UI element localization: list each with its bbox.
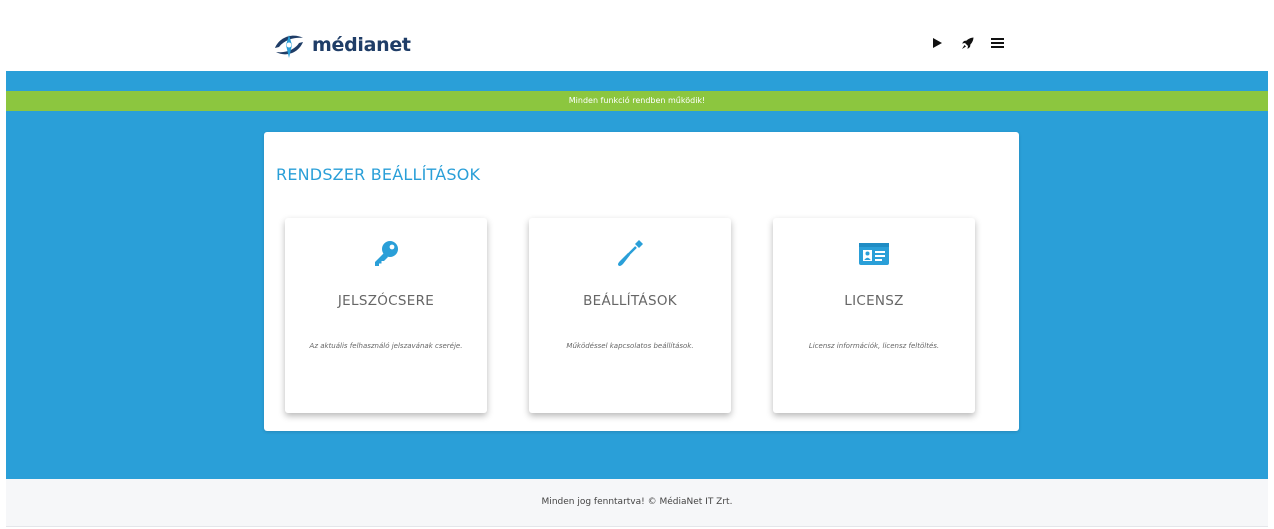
card-title: JELSZÓCSERE: [337, 293, 435, 309]
key-icon: [285, 238, 487, 268]
settings-panel: RENDSZER BEÁLLÍTÁSOK JELSZÓCSERE Az aktu…: [264, 132, 1019, 431]
password-change-card[interactable]: JELSZÓCSERE Az aktuális felhasználó jels…: [285, 218, 487, 413]
card-description: Licensz információk, licensz feltöltés.: [808, 342, 940, 350]
license-card[interactable]: LICENSZ Licensz információk, licensz fel…: [773, 218, 975, 413]
page-title: RENDSZER BEÁLLÍTÁSOK: [276, 165, 481, 184]
status-banner: Minden funkció rendben működik!: [6, 91, 1268, 111]
card-title: LICENSZ: [844, 293, 904, 309]
play-icon[interactable]: [930, 36, 944, 50]
id-card-icon: [773, 238, 975, 268]
screwdriver-icon: [529, 238, 731, 268]
card-description: Az aktuális felhasználó jelszavának cser…: [309, 342, 463, 350]
card-description: Működéssel kapcsolatos beállítások.: [566, 342, 694, 350]
copyright-text: Minden jog fenntartva! © MédiaNet IT Zrt…: [541, 497, 733, 507]
rocket-icon[interactable]: [960, 36, 974, 50]
hamburger-menu-icon[interactable]: [990, 36, 1004, 50]
header-actions: [930, 36, 1004, 50]
card-title: BEÁLLÍTÁSOK: [583, 293, 677, 309]
medianet-logo-icon: [275, 35, 303, 58]
settings-card[interactable]: BEÁLLÍTÁSOK Működéssel kapcsolatos beáll…: [529, 218, 731, 413]
footer: Minden jog fenntartva! © MédiaNet IT Zrt…: [6, 479, 1268, 527]
top-navbar: médianet: [0, 0, 1274, 72]
brand-logo[interactable]: médianet: [272, 27, 411, 63]
brand-name: médianet: [312, 34, 411, 56]
